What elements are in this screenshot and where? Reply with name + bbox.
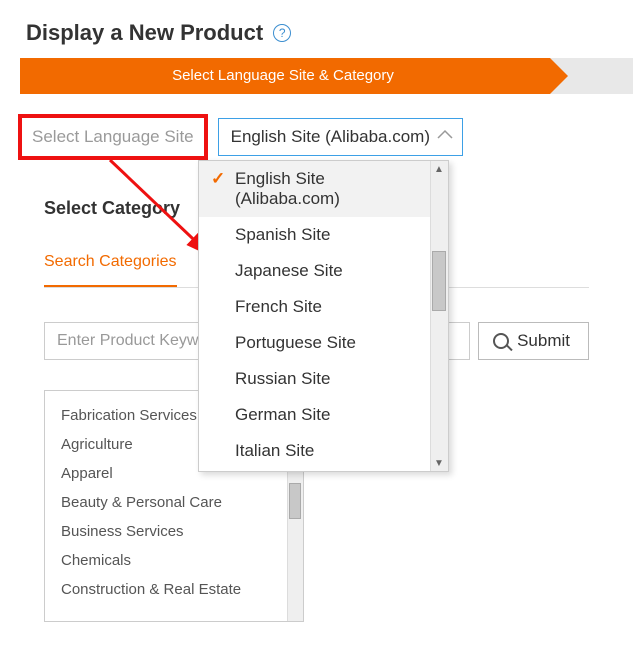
- category-item[interactable]: Construction & Real Estate: [45, 575, 303, 604]
- language-option[interactable]: Spanish Site: [199, 217, 448, 253]
- language-select[interactable]: English Site (Alibaba.com): [218, 118, 463, 156]
- language-option[interactable]: French Site: [199, 289, 448, 325]
- dropdown-scrollbar[interactable]: ▲ ▼: [430, 161, 448, 471]
- category-item[interactable]: Consumer Electronics: [45, 604, 303, 611]
- chevron-up-icon: [436, 128, 454, 146]
- submit-label: Submit: [517, 331, 570, 351]
- language-option[interactable]: Portuguese Site: [199, 325, 448, 361]
- language-option[interactable]: Japanese Site: [199, 253, 448, 289]
- scroll-up-icon[interactable]: ▲: [430, 161, 448, 177]
- language-option[interactable]: German Site: [199, 397, 448, 433]
- category-item[interactable]: Beauty & Personal Care: [45, 488, 303, 517]
- submit-button[interactable]: Submit: [478, 322, 589, 360]
- language-option[interactable]: Italian Site: [199, 433, 448, 469]
- language-dropdown: English Site (Alibaba.com) Spanish Site …: [198, 160, 449, 472]
- language-selected-text: English Site (Alibaba.com): [231, 127, 430, 147]
- language-option[interactable]: Arabic Site: [199, 469, 448, 471]
- category-item[interactable]: Business Services: [45, 517, 303, 546]
- scroll-thumb[interactable]: [289, 483, 301, 519]
- tab-search-categories[interactable]: Search Categories: [44, 253, 177, 287]
- page-title: Display a New Product: [26, 20, 263, 46]
- help-icon[interactable]: ?: [273, 24, 291, 42]
- scroll-down-icon[interactable]: ▼: [430, 455, 448, 471]
- language-option[interactable]: English Site (Alibaba.com): [199, 161, 448, 217]
- language-label: Select Language Site: [18, 114, 208, 160]
- category-item[interactable]: Chemicals: [45, 546, 303, 575]
- wizard-bar: Select Language Site & Category: [20, 58, 633, 94]
- scroll-thumb[interactable]: [432, 251, 446, 311]
- wizard-step-1: Select Language Site & Category: [20, 58, 550, 94]
- language-option[interactable]: Russian Site: [199, 361, 448, 397]
- search-icon: [493, 333, 509, 349]
